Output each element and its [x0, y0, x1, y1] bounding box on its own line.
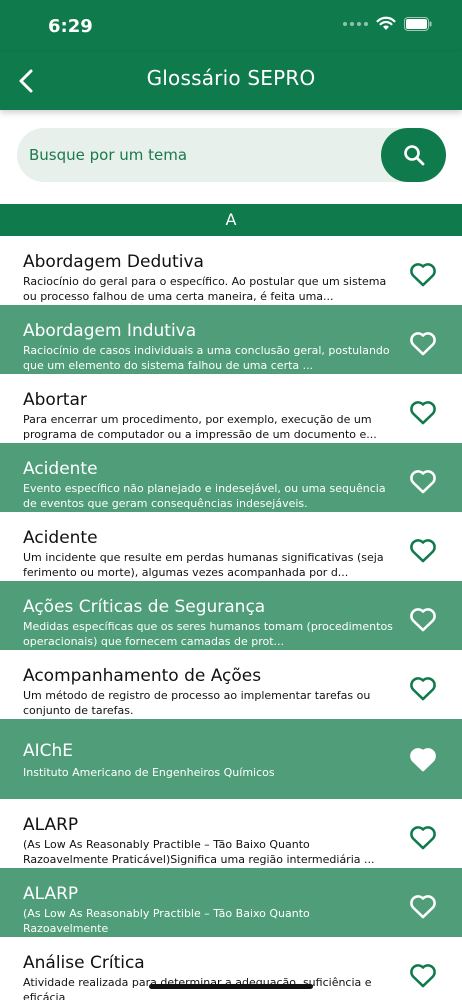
heart-outline-icon[interactable] [409, 399, 437, 425]
item-description: (As Low As Reasonably Practible – Tão Ba… [23, 907, 310, 935]
home-indicator [149, 984, 313, 989]
list-item[interactable]: Análise Crítica Atividade realizada para… [0, 937, 462, 1000]
heart-outline-icon[interactable] [409, 675, 437, 701]
item-title: ALARP [23, 815, 79, 835]
cellular-signal-icon [343, 21, 368, 26]
search-bar [17, 128, 446, 182]
item-description: Instituto Americano de Engenheiros Quími… [23, 766, 275, 779]
list-item[interactable]: Acidente Evento específico não planejado… [0, 443, 462, 512]
item-description: Um método de registro de processo ao imp… [23, 689, 371, 717]
list-item[interactable]: Abordagem Indutiva Raciocínio de casos i… [0, 305, 462, 374]
heart-outline-icon[interactable] [409, 893, 437, 919]
glossary-list: Abordagem Dedutiva Raciocínio do geral p… [0, 236, 462, 1000]
list-item[interactable]: Abortar Para encerrar um procedimento, p… [0, 374, 462, 443]
status-icons [343, 16, 432, 31]
status-time: 6:29 [48, 16, 93, 37]
item-title: Acidente [23, 528, 98, 548]
list-item[interactable]: ALARP (As Low As Reasonably Practible – … [0, 799, 462, 868]
heart-outline-icon[interactable] [409, 824, 437, 850]
item-title: Acidente [23, 459, 98, 479]
wifi-icon [376, 16, 396, 30]
item-description: Evento específico não planejado e indese… [23, 482, 386, 510]
search-input[interactable] [29, 140, 369, 170]
heart-outline-icon[interactable] [409, 606, 437, 632]
item-description: Para encerrar um procedimento, por exemp… [23, 413, 377, 441]
heart-outline-icon[interactable] [409, 962, 437, 988]
item-description: Medidas específicas que os seres humanos… [23, 620, 393, 648]
item-title: Abortar [23, 390, 87, 410]
section-header-letter: A [0, 204, 462, 236]
item-description: Um incidente que resulte em perdas human… [23, 551, 384, 579]
heart-outline-icon[interactable] [409, 468, 437, 494]
list-item[interactable]: Acidente Um incidente que resulte em per… [0, 512, 462, 581]
list-item[interactable]: Acompanhamento de Ações Um método de reg… [0, 650, 462, 719]
battery-icon [404, 16, 432, 31]
item-title: Acompanhamento de Ações [23, 666, 262, 686]
list-item[interactable]: Abordagem Dedutiva Raciocínio do geral p… [0, 236, 462, 305]
heart-filled-icon[interactable] [409, 746, 437, 772]
heart-outline-icon[interactable] [409, 261, 437, 287]
item-title: ALARP [23, 884, 79, 904]
heart-outline-icon[interactable] [409, 537, 437, 563]
item-title: AIChE [23, 741, 74, 761]
heart-outline-icon[interactable] [409, 330, 437, 356]
search-icon [403, 145, 424, 166]
item-title: Abordagem Indutiva [23, 321, 197, 341]
item-title: Ações Críticas de Segurança [23, 597, 266, 617]
status-bar: 6:29 [0, 0, 462, 52]
item-description: Raciocínio de casos individuais a uma co… [23, 344, 390, 372]
app-header: Glossário SEPRO [0, 52, 462, 110]
list-item[interactable]: AIChE Instituto Americano de Engenheiros… [0, 719, 462, 799]
item-title: Análise Crítica [23, 953, 145, 973]
item-title: Abordagem Dedutiva [23, 252, 204, 272]
search-button[interactable] [381, 128, 446, 182]
page-title: Glossário SEPRO [146, 66, 316, 90]
list-item[interactable]: ALARP (As Low As Reasonably Practible – … [0, 868, 462, 937]
item-description: (As Low As Reasonably Practible – Tão Ba… [23, 838, 375, 866]
list-item[interactable]: Ações Críticas de Segurança Medidas espe… [0, 581, 462, 650]
item-description: Raciocínio do geral para o específico. A… [23, 275, 387, 303]
